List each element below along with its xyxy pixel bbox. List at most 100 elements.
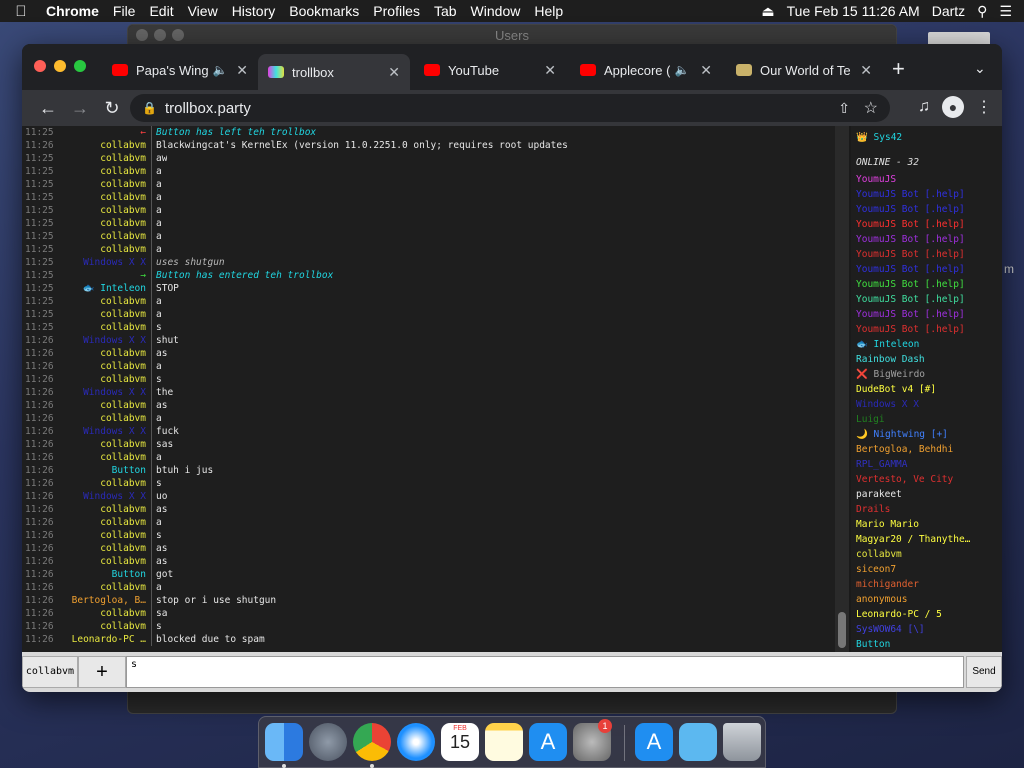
user-name[interactable]: Dartz bbox=[932, 3, 965, 19]
tab-search-chevron-icon[interactable]: ⌄ bbox=[974, 60, 986, 77]
media-controls-icon[interactable]: ♫ bbox=[918, 98, 930, 116]
message-nick[interactable]: Leonardo-PC … bbox=[60, 633, 148, 646]
app-menu[interactable]: Chrome bbox=[46, 3, 99, 19]
message-nick[interactable]: collabvm bbox=[60, 178, 148, 191]
close-tab-icon[interactable]: ✕ bbox=[544, 62, 556, 79]
user-list-item[interactable]: YoumuJS bbox=[856, 172, 1002, 187]
message-nick[interactable]: collabvm bbox=[60, 399, 148, 412]
user-list-item[interactable]: anonymous bbox=[856, 592, 1002, 607]
user-list-item[interactable]: ❌ BigWeirdo bbox=[856, 367, 1002, 382]
message-nick[interactable]: collabvm bbox=[60, 581, 148, 594]
tab-applecore[interactable]: Applecore ( 🔈 ✕ bbox=[570, 54, 722, 86]
user-list-item[interactable]: RPL_GAMMA bbox=[856, 457, 1002, 472]
message-nick[interactable]: collabvm bbox=[60, 412, 148, 425]
share-icon[interactable]: ⇧ bbox=[838, 100, 850, 117]
user-list-item[interactable]: YoumuJS Bot [.help] bbox=[856, 307, 1002, 322]
message-nick[interactable]: collabvm bbox=[60, 529, 148, 542]
nickname-button[interactable]: collabvm bbox=[22, 656, 78, 688]
user-list-item[interactable]: Windows X X bbox=[856, 397, 1002, 412]
user-list-item[interactable]: collabvm bbox=[856, 547, 1002, 562]
message-input[interactable]: s bbox=[126, 656, 964, 688]
menu-edit[interactable]: Edit bbox=[149, 3, 173, 19]
tab-our-world[interactable]: Our World of Te ✕ bbox=[726, 54, 882, 86]
chrome-icon[interactable] bbox=[353, 723, 391, 761]
eject-icon[interactable]: ⏏ bbox=[761, 3, 774, 20]
message-nick[interactable]: Windows X X bbox=[60, 425, 148, 438]
message-nick[interactable]: collabvm bbox=[60, 516, 148, 529]
menu-history[interactable]: History bbox=[232, 3, 276, 19]
user-list-item[interactable]: YoumuJS Bot [.help] bbox=[856, 322, 1002, 337]
tab-youtube[interactable]: YouTube ✕ bbox=[414, 54, 566, 86]
user-list-item[interactable]: Vertesto, Ve City bbox=[856, 472, 1002, 487]
close-tab-icon[interactable]: ✕ bbox=[860, 62, 872, 79]
user-list-item[interactable]: michigander bbox=[856, 577, 1002, 592]
safari-icon[interactable] bbox=[397, 723, 435, 761]
speaker-icon[interactable]: 🔈 bbox=[213, 63, 228, 77]
message-nick[interactable]: Windows X X bbox=[60, 334, 148, 347]
tab-papas-wing[interactable]: Papa's Wing 🔈 ✕ bbox=[102, 54, 258, 86]
notes-icon[interactable] bbox=[485, 723, 523, 761]
user-list-item[interactable]: YoumuJS Bot [.help] bbox=[856, 247, 1002, 262]
message-nick[interactable]: collabvm bbox=[60, 217, 148, 230]
menu-file[interactable]: File bbox=[113, 3, 136, 19]
message-nick[interactable]: collabvm bbox=[60, 165, 148, 178]
user-list-item[interactable]: parakeet bbox=[856, 487, 1002, 502]
message-nick[interactable]: Windows X X bbox=[60, 490, 148, 503]
message-nick[interactable]: collabvm bbox=[60, 295, 148, 308]
message-nick[interactable]: collabvm bbox=[60, 607, 148, 620]
downloads-folder-icon[interactable] bbox=[679, 723, 717, 761]
message-nick[interactable]: collabvm bbox=[60, 451, 148, 464]
user-list-item[interactable]: Drails bbox=[856, 502, 1002, 517]
current-user[interactable]: 👑 Sys42 bbox=[856, 130, 1002, 145]
address-bar[interactable]: 🔒 trollbox.party ⇧ ☆ bbox=[130, 94, 890, 122]
forward-button[interactable]: → bbox=[64, 98, 96, 119]
control-center-icon[interactable]: ☰ bbox=[999, 3, 1012, 20]
close-tab-icon[interactable]: ✕ bbox=[700, 62, 712, 79]
user-list-item[interactable]: Mario Mario bbox=[856, 517, 1002, 532]
message-nick[interactable]: Windows X X bbox=[60, 386, 148, 399]
message-nick[interactable]: collabvm bbox=[60, 542, 148, 555]
user-list-item[interactable]: Magyar20 / Thanythe… bbox=[856, 532, 1002, 547]
message-nick[interactable]: ← bbox=[60, 126, 148, 139]
user-list-item[interactable]: YoumuJS Bot [.help] bbox=[856, 292, 1002, 307]
zoom-window-button[interactable] bbox=[74, 60, 86, 72]
user-list-item[interactable]: Leonardo-PC / 5 bbox=[856, 607, 1002, 622]
speaker-icon[interactable]: 🔈 bbox=[674, 63, 689, 77]
menu-profiles[interactable]: Profiles bbox=[373, 3, 420, 19]
user-list-item[interactable]: 🐟 Inteleon bbox=[856, 337, 1002, 352]
menu-window[interactable]: Window bbox=[471, 3, 521, 19]
lock-icon[interactable]: 🔒 bbox=[142, 101, 157, 115]
user-list-item[interactable]: YoumuJS Bot [.help] bbox=[856, 262, 1002, 277]
user-list-item[interactable]: Luigi bbox=[856, 412, 1002, 427]
message-nick[interactable]: collabvm bbox=[60, 243, 148, 256]
menu-help[interactable]: Help bbox=[534, 3, 563, 19]
user-list-item[interactable]: DudeBot v4 [#] bbox=[856, 382, 1002, 397]
message-nick[interactable]: collabvm bbox=[60, 139, 148, 152]
message-nick[interactable]: → bbox=[60, 269, 148, 282]
user-list-item[interactable]: SysWOW64 [\] bbox=[856, 622, 1002, 637]
clock[interactable]: Tue Feb 15 11:26 AM bbox=[787, 3, 920, 19]
message-nick[interactable]: collabvm bbox=[60, 152, 148, 165]
user-list-item[interactable]: YoumuJS Bot [.help] bbox=[856, 277, 1002, 292]
tab-trollbox[interactable]: trollbox ✕ bbox=[258, 54, 410, 90]
back-button[interactable]: ← bbox=[32, 98, 64, 119]
message-nick[interactable]: Windows X X bbox=[60, 256, 148, 269]
message-nick[interactable]: collabvm bbox=[60, 555, 148, 568]
close-window-button[interactable] bbox=[34, 60, 46, 72]
new-tab-button[interactable]: + bbox=[892, 58, 905, 80]
message-nick[interactable]: Button bbox=[60, 568, 148, 581]
message-nick[interactable]: 🐟 Inteleon bbox=[60, 282, 148, 295]
bookmark-star-icon[interactable]: ☆ bbox=[864, 98, 878, 118]
url-text[interactable]: trollbox.party bbox=[165, 100, 251, 117]
calendar-icon[interactable]: FEB 15 bbox=[441, 723, 479, 761]
message-nick[interactable]: collabvm bbox=[60, 230, 148, 243]
menu-view[interactable]: View bbox=[188, 3, 218, 19]
scrollbar-thumb[interactable] bbox=[838, 612, 846, 648]
spotlight-search-icon[interactable]: ⚲ bbox=[977, 3, 987, 20]
message-nick[interactable]: collabvm bbox=[60, 477, 148, 490]
message-nick[interactable]: collabvm bbox=[60, 373, 148, 386]
user-list-item[interactable]: Button bbox=[856, 637, 1002, 652]
user-list-item[interactable]: Rainbow Dash bbox=[856, 352, 1002, 367]
message-nick[interactable]: collabvm bbox=[60, 347, 148, 360]
close-tab-icon[interactable]: ✕ bbox=[388, 64, 400, 81]
